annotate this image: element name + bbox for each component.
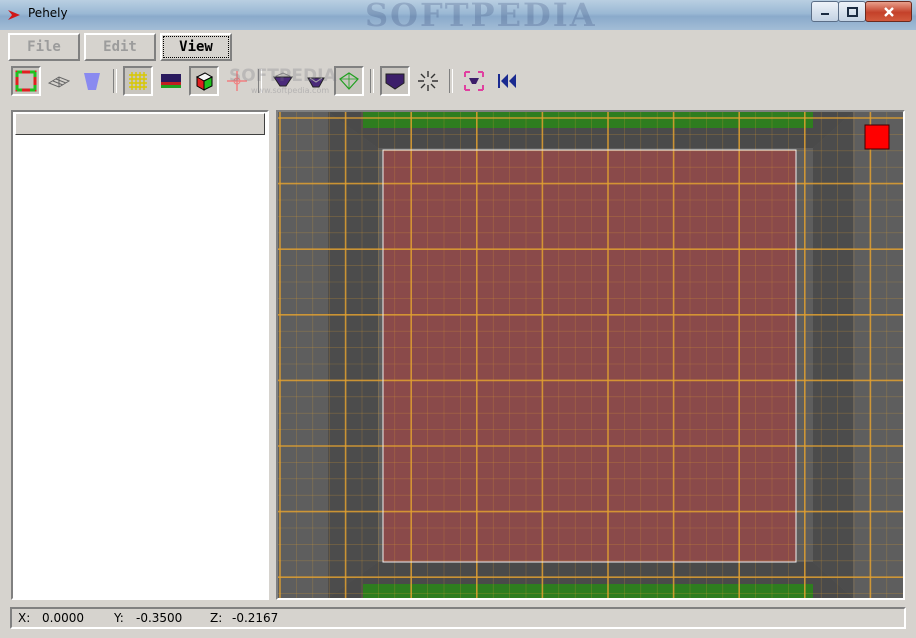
close-icon xyxy=(883,6,894,17)
menu-bar: File Edit View xyxy=(8,33,236,61)
rewind-icon xyxy=(498,74,516,88)
explode-icon xyxy=(418,71,438,91)
watermark: SOFTPEDIA xyxy=(365,0,597,34)
bowl-icon xyxy=(273,72,293,87)
x-coordinate: 0.0000 xyxy=(42,611,84,625)
y-label: Y: xyxy=(114,611,124,625)
axis-button[interactable] xyxy=(222,66,252,96)
cup-view-button[interactable] xyxy=(77,66,107,96)
cube-view-button[interactable] xyxy=(189,66,219,96)
green-strip-top xyxy=(363,112,813,128)
outline-icon xyxy=(339,72,359,90)
bowl-wall-left xyxy=(328,112,378,598)
menu-view[interactable]: View xyxy=(160,33,232,61)
minimize-button[interactable] xyxy=(811,1,839,22)
explode-button[interactable] xyxy=(413,66,443,96)
bowl-wall-right xyxy=(813,112,853,598)
z-label: Z: xyxy=(210,611,223,625)
bowl-side-button[interactable] xyxy=(301,66,331,96)
solid-view-button[interactable] xyxy=(380,66,410,96)
background-button[interactable] xyxy=(156,66,186,96)
list-header[interactable] xyxy=(15,113,265,135)
toolbar-separator xyxy=(113,69,117,93)
object-list-panel[interactable] xyxy=(11,110,269,600)
minimize-icon xyxy=(821,12,829,15)
toolbar: SOFTPEDIA www.softpedia.com xyxy=(11,62,906,100)
toolbar-separator xyxy=(370,69,374,93)
board-surface xyxy=(383,150,796,562)
solid-icon xyxy=(385,73,405,90)
menu-edit[interactable]: Edit xyxy=(84,33,156,61)
window-title: Pehely xyxy=(28,6,68,20)
menu-file[interactable]: File xyxy=(8,33,80,61)
frame-view-button[interactable] xyxy=(11,66,41,96)
wireframe-icon xyxy=(47,76,71,88)
toolbar-separator xyxy=(258,69,262,93)
red-marker xyxy=(864,124,890,150)
status-bar: X: 0.0000 Y: -0.3500 Z: -0.2167 xyxy=(10,607,906,629)
crosshair-icon xyxy=(227,71,247,91)
grid-icon xyxy=(129,72,147,90)
x-label: X: xyxy=(18,611,31,625)
landscape-icon xyxy=(161,74,181,88)
3d-viewport[interactable] xyxy=(276,110,905,600)
grid-button[interactable] xyxy=(123,66,153,96)
green-strip-bottom xyxy=(363,584,813,598)
title-bar[interactable]: Pehely SOFTPEDIA xyxy=(0,0,916,34)
rewind-button[interactable] xyxy=(492,66,522,96)
app-icon xyxy=(8,10,20,20)
fit-view-button[interactable] xyxy=(459,66,489,96)
toolbar-separator xyxy=(449,69,453,93)
maximize-button[interactable] xyxy=(838,1,866,22)
cup-icon xyxy=(84,73,100,90)
cube-icon xyxy=(195,72,214,91)
bowl-top-button[interactable] xyxy=(268,66,298,96)
maximize-icon xyxy=(846,6,858,17)
bowl-side-icon xyxy=(307,77,325,88)
y-coordinate: -0.3500 xyxy=(136,611,183,625)
frame-icon xyxy=(15,70,37,92)
outline-view-button[interactable] xyxy=(334,66,364,96)
z-coordinate: -0.2167 xyxy=(232,611,279,625)
fit-icon xyxy=(464,71,484,91)
close-button[interactable] xyxy=(865,1,912,22)
wireframe-button[interactable] xyxy=(44,66,74,96)
viewport-canvas[interactable] xyxy=(278,112,903,598)
